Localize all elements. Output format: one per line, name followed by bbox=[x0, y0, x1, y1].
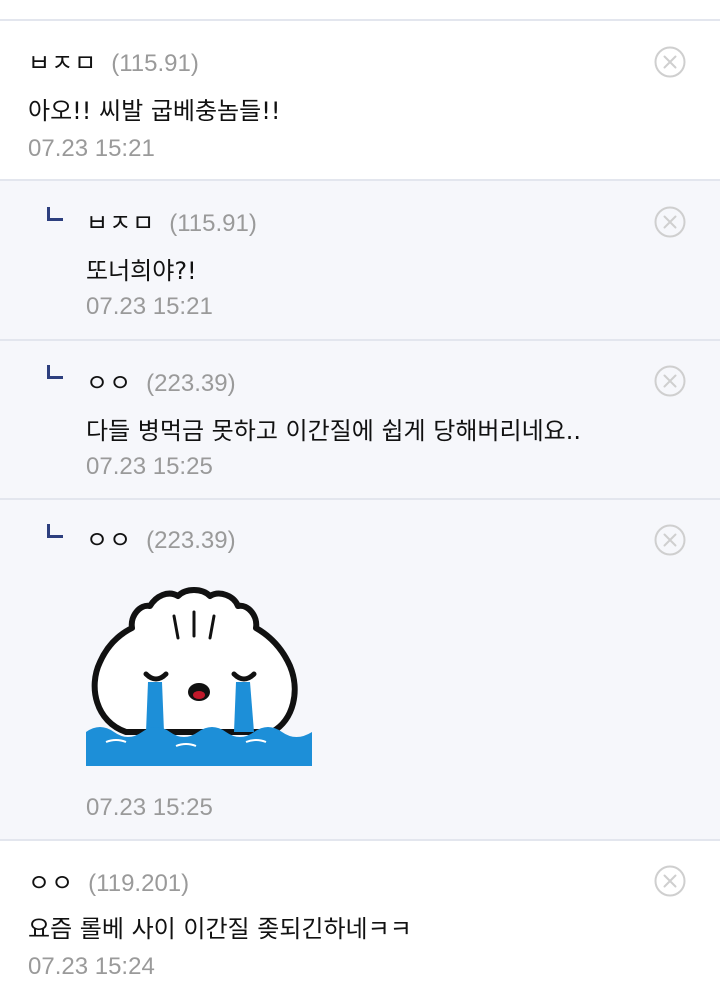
comment-text: 다들 병먹금 못하고 이간질에 쉽게 당해버리네요.. bbox=[86, 417, 582, 445]
reply-indicator-icon bbox=[47, 207, 63, 221]
comment-nickname[interactable]: ㅇㅇ bbox=[86, 520, 132, 555]
comment-ip: (115.91) bbox=[111, 50, 199, 77]
close-icon bbox=[654, 46, 686, 78]
reply-item: ㅇㅇ (223.39) 다들 병먹금 못하고 이간질에 쉽게 당해버리네요.. … bbox=[0, 341, 720, 500]
comment-text: 또너희야?! bbox=[86, 257, 197, 285]
comment-ip: (119.201) bbox=[88, 870, 190, 897]
close-icon bbox=[654, 865, 686, 897]
reply-item: ㅇㅇ (223.39) 07.23 15:25 bbox=[0, 500, 720, 841]
reply-indicator-icon bbox=[47, 365, 63, 379]
comment-item: ㅇㅇ (119.201) 요즘 롤베 사이 이간질 좆되긴하네ㅋㅋ 07.23 … bbox=[0, 841, 720, 992]
comment-ip: (223.39) bbox=[146, 527, 236, 554]
delete-button[interactable] bbox=[654, 206, 686, 238]
comment-text: 아오!! 씨발 굽베충놈들!! bbox=[28, 97, 281, 125]
comment-text: 요즘 롤베 사이 이간질 좆되긴하네ㅋㅋ bbox=[28, 915, 412, 943]
comment-timestamp: 07.23 15:24 bbox=[28, 953, 155, 980]
delete-button[interactable] bbox=[654, 365, 686, 397]
comment-ip: (115.91) bbox=[169, 210, 257, 237]
comment-timestamp: 07.23 15:25 bbox=[86, 794, 213, 821]
comment-item: ㅂㅈㅁ (115.91) 아오!! 씨발 굽베충놈들!! 07.23 15:21 bbox=[0, 21, 720, 181]
comment-ip: (223.39) bbox=[146, 370, 236, 397]
comment-nickname[interactable]: ㅇㅇ bbox=[86, 363, 132, 398]
comment-timestamp: 07.23 15:21 bbox=[28, 135, 155, 162]
delete-button[interactable] bbox=[654, 865, 686, 897]
close-icon bbox=[654, 206, 686, 238]
reply-indicator-icon bbox=[47, 524, 63, 538]
comment-nickname[interactable]: ㅂㅈㅁ bbox=[28, 43, 97, 78]
comment-timestamp: 07.23 15:21 bbox=[86, 293, 213, 320]
delete-button[interactable] bbox=[654, 46, 686, 78]
close-icon bbox=[654, 365, 686, 397]
comment-timestamp: 07.23 15:25 bbox=[86, 453, 213, 480]
reply-item: ㅂㅈㅁ (115.91) 또너희야?! 07.23 15:21 bbox=[0, 181, 720, 341]
crying-dumpling-sticker bbox=[86, 582, 312, 766]
delete-button[interactable] bbox=[654, 524, 686, 556]
close-icon bbox=[654, 524, 686, 556]
comment-nickname[interactable]: ㅇㅇ bbox=[28, 863, 74, 898]
comment-nickname[interactable]: ㅂㅈㅁ bbox=[86, 203, 155, 238]
